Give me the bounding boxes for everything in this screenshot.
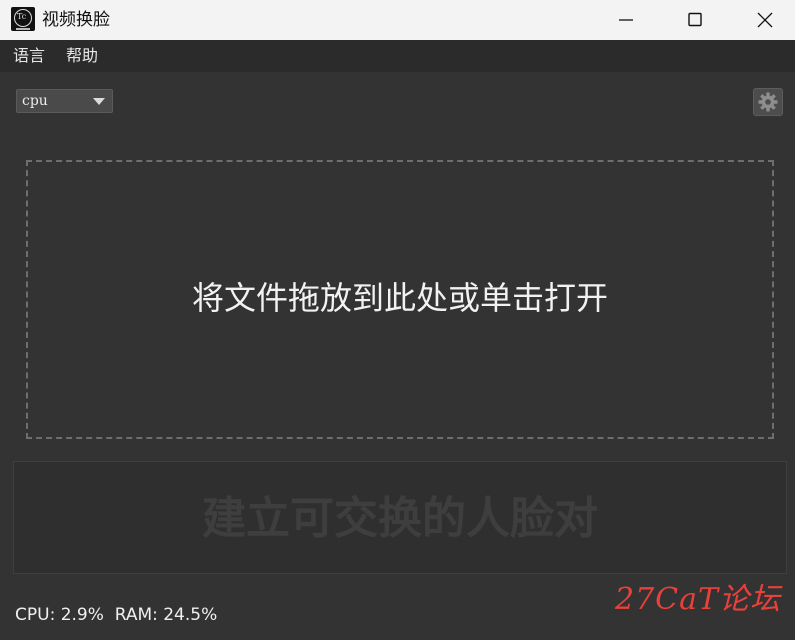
device-select-value: cpu <box>22 93 48 109</box>
app-logo-icon: Tc <box>11 7 35 31</box>
maximize-icon <box>688 12 702 27</box>
menu-item-help[interactable]: 帮助 <box>66 46 98 66</box>
gear-icon <box>758 92 778 112</box>
close-button[interactable] <box>742 0 788 40</box>
drop-zone-label: 将文件拖放到此处或单击打开 <box>191 279 608 317</box>
face-pair-placeholder: 建立可交换的人脸对 <box>202 493 598 544</box>
settings-button[interactable] <box>753 88 783 116</box>
device-select[interactable]: cpu <box>16 89 113 113</box>
title-bar: Tc 视频换脸 <box>0 0 795 40</box>
file-drop-zone[interactable]: 将文件拖放到此处或单击打开 <box>26 160 774 439</box>
watermark-logo: 27CaT论坛 <box>615 582 782 617</box>
minimize-button[interactable] <box>603 0 649 40</box>
minimize-icon <box>619 19 633 21</box>
close-icon <box>757 12 773 28</box>
resource-usage-status: CPU: 2.9% RAM: 24.5% <box>15 605 218 625</box>
chevron-down-icon <box>93 98 105 105</box>
window-title: 视频换脸 <box>42 10 110 30</box>
menu-item-language[interactable]: 语言 <box>13 46 45 66</box>
maximize-button[interactable] <box>672 0 718 40</box>
menu-bar: 语言 帮助 <box>0 40 795 72</box>
face-pair-panel[interactable]: 建立可交换的人脸对 <box>13 461 787 574</box>
